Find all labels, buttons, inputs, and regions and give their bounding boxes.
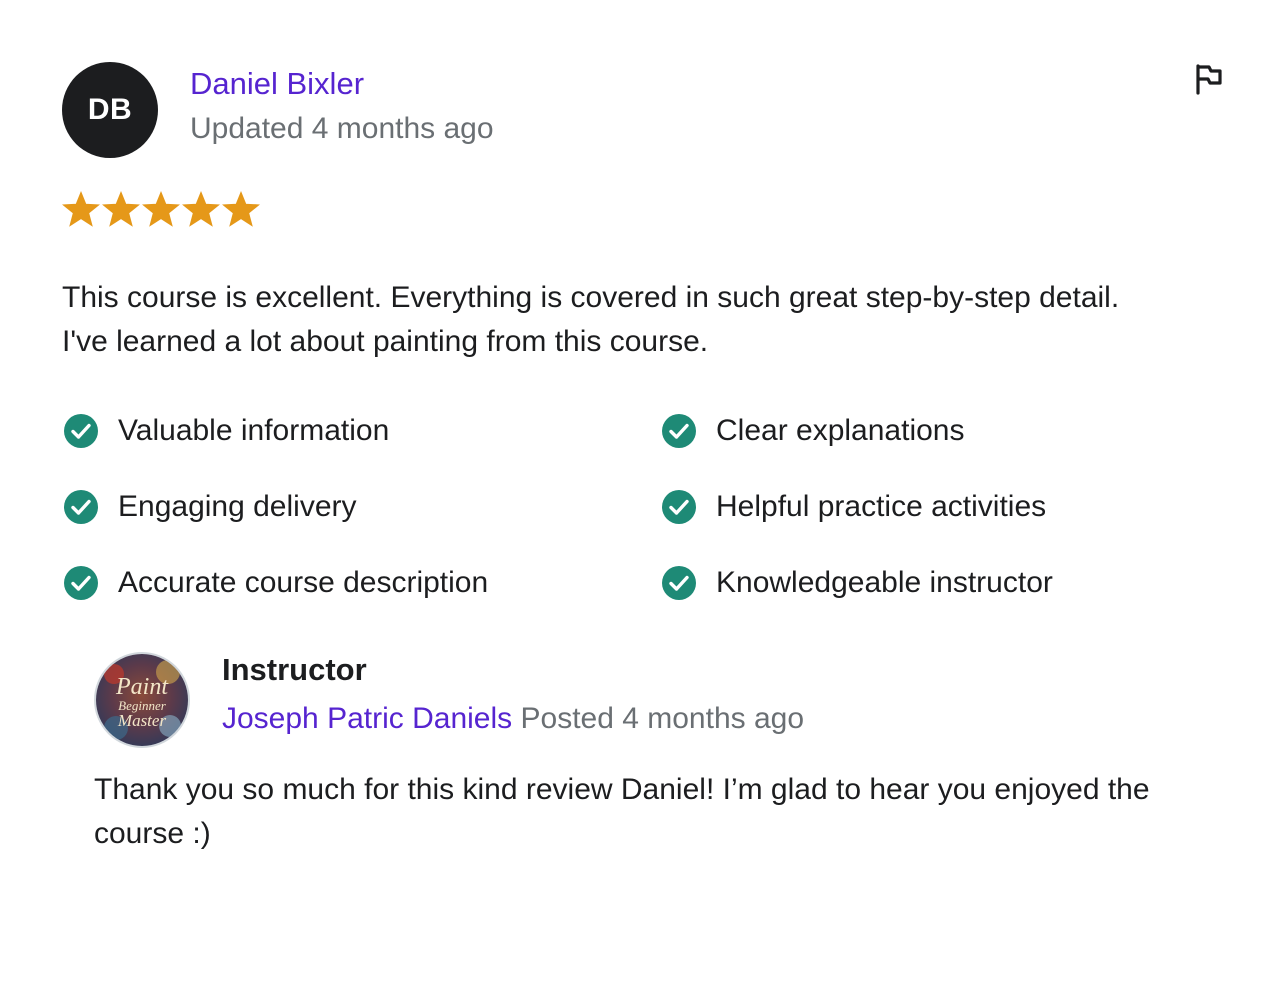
feature-label: Helpful practice activities xyxy=(716,490,1047,523)
feature-item: Engaging delivery xyxy=(62,484,660,560)
instructor-role-label: Instructor xyxy=(222,652,367,687)
feature-item: Accurate course description xyxy=(62,560,660,636)
flag-icon xyxy=(1196,64,1222,95)
check-circle-icon xyxy=(662,566,696,600)
review-features-list: Valuable information Clear explanations En… xyxy=(62,408,1242,636)
instructor-logo-image: Paint Beginner Master xyxy=(96,654,188,746)
logo-text-master: Master xyxy=(117,711,167,730)
check-circle-icon xyxy=(64,414,98,448)
feature-label: Knowledgeable instructor xyxy=(716,566,1053,599)
check-circle-icon xyxy=(64,566,98,600)
review-text-line: This course is excellent. Everything is … xyxy=(62,281,1120,314)
check-circle-icon xyxy=(64,490,98,524)
feature-item: Helpful practice activities xyxy=(660,484,1242,560)
star-icon xyxy=(222,190,260,227)
feature-item: Clear explanations xyxy=(660,408,1242,484)
logo-text-paint: Paint xyxy=(115,674,169,700)
star-icon xyxy=(102,190,140,227)
star-icon xyxy=(182,190,220,227)
report-flag-button[interactable] xyxy=(1190,60,1228,98)
instructor-name-link[interactable]: Joseph Patric Daniels xyxy=(222,702,512,735)
reviewer-name-link[interactable]: Daniel Bixler xyxy=(190,66,364,102)
check-circle-icon xyxy=(662,490,696,524)
feature-label: Valuable information xyxy=(118,414,390,447)
instructor-reply-text: Thank you so much for this kind review D… xyxy=(94,773,1150,850)
review-text: This course is excellent. Everything is … xyxy=(62,276,1242,364)
feature-item: Knowledgeable instructor xyxy=(660,560,1242,636)
feature-label: Clear explanations xyxy=(716,414,965,447)
feature-item: Valuable information xyxy=(62,408,660,484)
feature-label: Accurate course description xyxy=(118,566,489,599)
star-icon xyxy=(142,190,180,227)
reply-date: Posted 4 months ago xyxy=(520,702,805,735)
star-icon xyxy=(62,190,100,227)
reviewer-avatar: DB xyxy=(62,62,158,158)
reviewer-initials: DB xyxy=(87,93,133,126)
check-circle-icon xyxy=(662,414,696,448)
review-date: Updated 4 months ago xyxy=(190,112,494,145)
review-text-line: I've learned a lot about painting from t… xyxy=(62,325,709,358)
feature-label: Engaging delivery xyxy=(118,490,357,523)
star-rating xyxy=(62,190,260,228)
instructor-avatar: Paint Beginner Master xyxy=(94,652,190,748)
instructor-byline: Joseph Patric Daniels Posted 4 months ag… xyxy=(222,702,804,736)
